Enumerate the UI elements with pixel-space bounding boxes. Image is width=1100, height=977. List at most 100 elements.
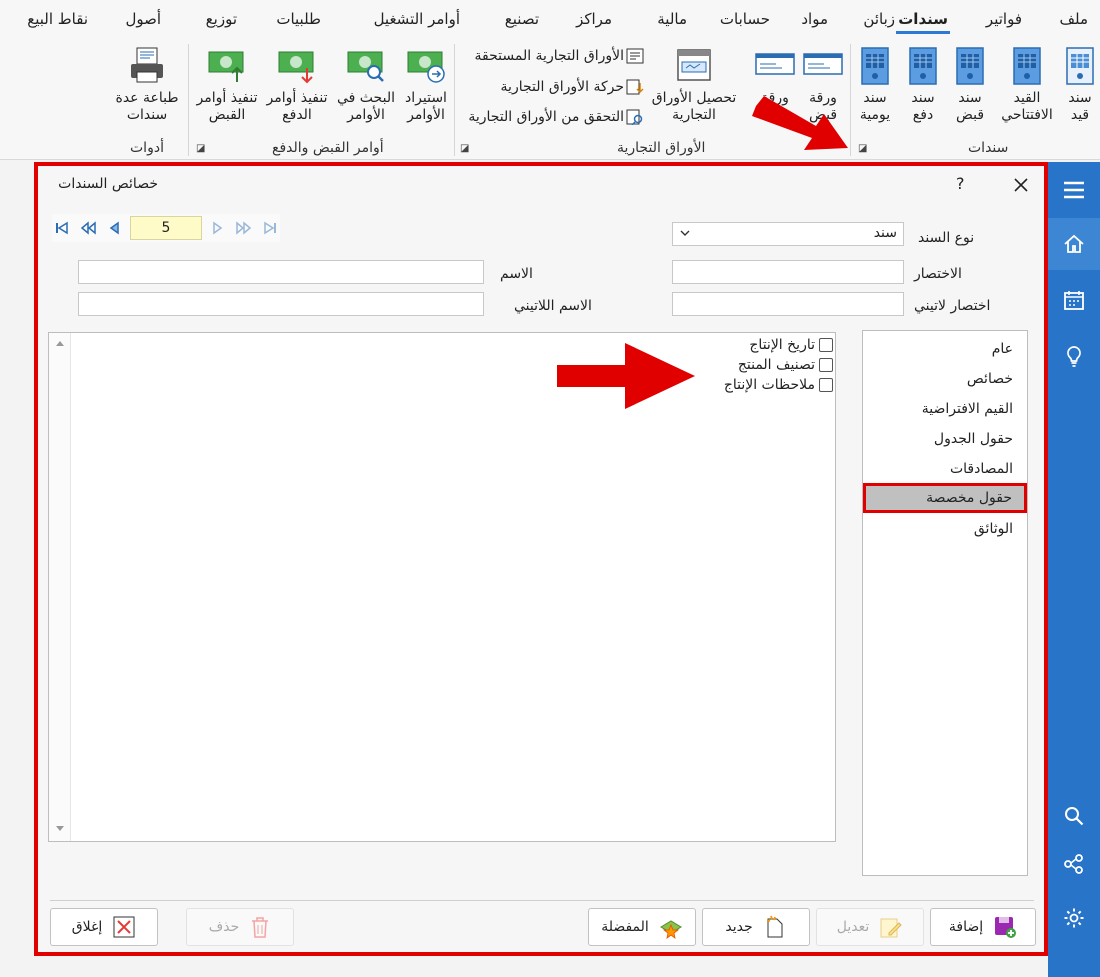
exec-payment-icon [278, 51, 314, 84]
import-orders-label: استيراد الأوامر [405, 90, 447, 123]
category-list: عام خصائص القيم الافتراضية حقول الجدول ا… [862, 330, 1028, 876]
tab-vouchers[interactable]: سندات [896, 10, 950, 34]
custom-field-item[interactable]: ملاحظات الإنتاج [724, 377, 833, 393]
tab-orders[interactable]: طلبيات [276, 10, 321, 28]
sidebar-menu-button[interactable] [1048, 164, 1100, 216]
sidebar-calendar-button[interactable] [1048, 274, 1100, 326]
tab-pos[interactable]: نقاط البيع [27, 10, 88, 28]
vouchers-launcher-icon[interactable]: ◪ [858, 143, 867, 154]
payment-voucher-button[interactable]: سند دفع [903, 46, 943, 124]
commercial-papers-launcher-icon[interactable]: ◪ [460, 143, 469, 154]
sidebar-home-button[interactable] [1048, 218, 1100, 270]
checkbox[interactable] [819, 358, 833, 372]
sidebar-settings-button[interactable] [1048, 892, 1100, 944]
import-orders-button[interactable]: استيراد الأوامر [402, 46, 450, 124]
papers-movement-button[interactable]: حركة الأوراق التجارية [501, 79, 644, 95]
share-icon [1064, 854, 1083, 874]
favorites-button[interactable]: المفضلة [588, 908, 696, 946]
search-orders-button[interactable]: البحث في الأوامر [334, 46, 398, 124]
delete-button[interactable]: حذف [186, 908, 294, 946]
scroll-down-icon[interactable] [55, 825, 65, 833]
dialog-close-button[interactable] [1008, 172, 1034, 198]
name-input[interactable] [78, 260, 484, 284]
exec-receipt-button[interactable]: تنفيذ أوامر القبض [192, 46, 262, 124]
record-number-input[interactable]: 5 [130, 216, 202, 240]
name-label: الاسم [500, 266, 533, 282]
tab-finance[interactable]: مالية [657, 10, 687, 28]
voucher-type-value: سند [873, 225, 897, 241]
category-defaults[interactable]: القيم الافتراضية [922, 401, 1013, 417]
checkbox[interactable] [819, 378, 833, 392]
exec-receipt-label: تنفيذ أوامر القبض [196, 90, 258, 123]
exec-payment-button[interactable]: تنفيذ أوامر الدفع [262, 46, 332, 124]
sidebar-search-button[interactable] [1048, 790, 1100, 842]
tab-customers[interactable]: زبائن [863, 10, 895, 28]
tab-distribution[interactable]: توزيع [206, 10, 237, 28]
scroll-up-icon[interactable] [55, 339, 65, 347]
category-properties[interactable]: خصائص [967, 371, 1013, 387]
tab-invoices[interactable]: فواتير [986, 10, 1022, 28]
favorites-icon [659, 920, 682, 939]
edit-button[interactable]: تعديل [816, 908, 924, 946]
category-custom-fields[interactable]: حقول مخصصة [863, 483, 1027, 513]
checkbox[interactable] [819, 338, 833, 352]
voucher-entry-button[interactable]: سند قيد [1060, 46, 1100, 124]
prev-page-button[interactable] [78, 218, 98, 238]
close-label: إغلاق [71, 919, 103, 935]
sidebar-ideas-button[interactable] [1048, 330, 1100, 382]
custom-field-label: تصنيف المنتج [737, 357, 815, 373]
custom-field-item[interactable]: تاريخ الإنتاج [749, 337, 833, 353]
abbrev-input[interactable] [672, 260, 904, 284]
voucher-type-select[interactable]: سند [672, 222, 904, 246]
category-approvals[interactable]: المصادقات [950, 461, 1013, 477]
verify-papers-button[interactable]: التحقق من الأوراق التجارية [468, 109, 644, 125]
add-button[interactable]: إضافة [930, 908, 1036, 946]
opening-entry-button[interactable]: القيد الافتتاحي [1000, 46, 1054, 124]
tab-assets[interactable]: أصول [125, 10, 161, 28]
due-papers-button[interactable]: الأوراق التجارية المستحقة [475, 48, 644, 64]
group-label-commercial-papers: الأوراق التجارية [617, 140, 706, 156]
daily-voucher-button[interactable]: سند يومية [855, 46, 895, 124]
custom-field-item[interactable]: تصنيف المنتج [738, 357, 833, 373]
next-record-button[interactable] [208, 218, 228, 238]
save-add-icon [995, 917, 1017, 938]
close-button[interactable]: إغلاق [50, 908, 158, 946]
last-record-button[interactable] [260, 218, 280, 238]
collect-papers-label: تحصيل الأوراق التجارية [651, 90, 737, 123]
first-record-button[interactable] [52, 218, 72, 238]
vertical-scrollbar[interactable] [49, 333, 71, 841]
search-orders-icon [347, 51, 384, 82]
prev-record-button[interactable] [104, 218, 124, 238]
print-multiple-button[interactable]: طباعة عدة سندات [110, 46, 184, 124]
add-label: إضافة [948, 919, 984, 935]
help-button[interactable]: ? [956, 174, 965, 193]
tab-manufacturing[interactable]: تصنيع [505, 10, 539, 28]
tab-centers[interactable]: مراكز [576, 10, 612, 28]
fast-forward-icon [236, 221, 252, 235]
cheque-icon-2 [755, 53, 795, 75]
tab-materials[interactable]: مواد [801, 10, 828, 28]
next-page-button[interactable] [234, 218, 254, 238]
category-documents[interactable]: الوثائق [974, 521, 1013, 537]
verify-papers-icon [626, 109, 643, 125]
abbrev-label: الاختصار [914, 266, 962, 282]
payment-orders-launcher-icon[interactable]: ◪ [196, 143, 205, 154]
category-general[interactable]: عام [992, 341, 1013, 357]
collect-papers-button[interactable]: تحصيل الأوراق التجارية [648, 46, 740, 124]
latin-name-input[interactable] [78, 292, 484, 316]
delete-label: حذف [208, 919, 240, 935]
custom-field-label: ملاحظات الإنتاج [723, 377, 815, 393]
trash-icon [252, 917, 269, 938]
latin-abbrev-input[interactable] [672, 292, 904, 316]
latin-abbrev-label: اختصار لاتيني [914, 298, 991, 314]
daily-voucher-label: سند يومية [859, 90, 891, 123]
tab-work-orders[interactable]: أوامر التشغيل [374, 10, 460, 28]
next-icon [213, 221, 223, 235]
verify-papers-label: التحقق من الأوراق التجارية [468, 109, 624, 125]
category-table-fields[interactable]: حقول الجدول [934, 431, 1013, 447]
receipt-voucher-button[interactable]: سند قبض [950, 46, 990, 124]
new-button[interactable]: جديد [702, 908, 810, 946]
tab-file[interactable]: ملف [1059, 10, 1088, 28]
sidebar-share-button[interactable] [1048, 838, 1100, 890]
tab-accounts[interactable]: حسابات [720, 10, 770, 28]
